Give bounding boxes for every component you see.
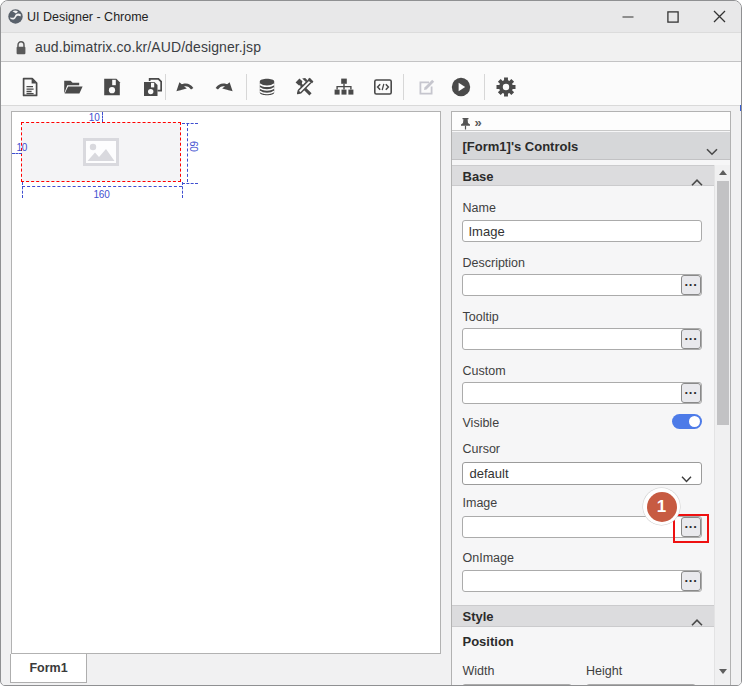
tooltip-input[interactable] <box>462 328 702 350</box>
screenshot-stage: UI Designer - Chrome aud.bimatrix.co.kr/… <box>0 0 742 687</box>
measure-line-left <box>12 153 22 154</box>
scroll-down-button[interactable] <box>715 664 730 679</box>
tooltip-label: Tooltip <box>463 310 499 324</box>
highlight-rectangle <box>673 514 709 543</box>
panel-header-title: [Form1]'s Controls <box>463 139 579 154</box>
blue-sliver <box>740 105 742 111</box>
onimage-ellipsis-button[interactable]: ··· <box>681 571 701 591</box>
open-button[interactable] <box>62 76 84 98</box>
measure-width-tick-right <box>182 182 183 198</box>
toolbar <box>1 62 741 106</box>
maximize-button[interactable] <box>650 1 696 32</box>
name-input[interactable] <box>462 220 702 242</box>
measure-left-value: 10 <box>17 142 28 153</box>
height-input[interactable] <box>586 684 696 686</box>
step-badge-number: 1 <box>647 492 677 522</box>
scroll-down-icon <box>719 669 727 674</box>
build-button[interactable] <box>293 76 315 98</box>
toolbar-separator <box>246 74 247 100</box>
selected-image-control[interactable] <box>21 122 181 182</box>
visible-label: Visible <box>463 416 500 430</box>
panel-scrollbar[interactable] <box>714 165 730 687</box>
chevron-up-icon <box>691 173 703 191</box>
toggle-knob <box>689 416 700 427</box>
run-button[interactable] <box>450 76 472 98</box>
visible-toggle[interactable] <box>672 414 702 429</box>
description-label: Description <box>463 256 526 270</box>
design-canvas[interactable]: 10 10 160 60 <box>11 111 441 654</box>
toolbar-separator <box>403 74 404 100</box>
custom-input[interactable] <box>462 382 702 404</box>
measure-line-top <box>102 112 103 122</box>
measure-height-tick-bottom <box>182 183 198 184</box>
scroll-up-button[interactable] <box>715 165 730 180</box>
step-badge: 1 <box>643 488 680 525</box>
image-placeholder-icon <box>83 138 119 166</box>
minimize-button[interactable] <box>605 1 651 32</box>
position-subheader: Position <box>463 634 514 649</box>
cursor-select-value: default <box>470 466 509 481</box>
measure-width-tick-left <box>22 182 23 198</box>
database-button[interactable] <box>256 76 278 98</box>
chevron-down-icon <box>706 142 718 160</box>
lock-icon <box>15 41 27 59</box>
close-button[interactable] <box>696 1 742 32</box>
measure-width-value: 160 <box>82 189 122 200</box>
scroll-up-icon <box>719 170 727 175</box>
url-text[interactable]: aud.bimatrix.co.kr/AUD/designer.jsp <box>35 39 261 55</box>
section-style-label: Style <box>463 609 494 624</box>
panel-toolbar: » <box>452 112 730 131</box>
collapse-panel-icon[interactable]: » <box>475 115 482 130</box>
hierarchy-button[interactable] <box>333 76 355 98</box>
onimage-label: OnImage <box>463 551 514 565</box>
width-label: Width <box>463 664 495 678</box>
tab-form1[interactable]: Form1 <box>10 654 87 683</box>
save-all-button[interactable] <box>142 76 164 98</box>
width-input[interactable] <box>462 684 572 686</box>
measure-height-line <box>187 123 188 182</box>
panel-header[interactable]: [Form1]'s Controls <box>452 132 730 160</box>
window-titlebar: UI Designer - Chrome <box>1 1 741 32</box>
tab-form1-label: Form1 <box>29 661 67 675</box>
scrollbar-thumb[interactable] <box>717 181 729 425</box>
cursor-label: Cursor <box>463 442 501 456</box>
name-label: Name <box>463 201 496 215</box>
section-header-style[interactable]: Style <box>452 605 715 627</box>
app-icon <box>8 9 23 24</box>
description-input[interactable] <box>462 274 702 296</box>
measure-height-tick-top <box>182 123 198 124</box>
measure-height-value: 60 <box>188 141 199 152</box>
measure-width-line <box>22 186 182 187</box>
custom-ellipsis-button[interactable]: ··· <box>681 383 701 403</box>
settings-button[interactable] <box>495 76 517 98</box>
toolbar-separator <box>165 74 166 100</box>
redo-button[interactable] <box>212 76 234 98</box>
height-label: Height <box>586 664 622 678</box>
save-button[interactable] <box>101 76 123 98</box>
toolbar-separator <box>484 74 485 100</box>
chevron-down-icon <box>681 471 692 486</box>
undo-button[interactable] <box>175 76 197 98</box>
content-area: 10 10 160 60 Form1 <box>2 106 742 686</box>
tooltip-ellipsis-button[interactable]: ··· <box>681 329 701 349</box>
onimage-input[interactable] <box>462 570 702 592</box>
image-label: Image <box>463 496 498 510</box>
chevron-up-icon <box>691 613 703 631</box>
custom-label: Custom <box>463 364 506 378</box>
cursor-select[interactable]: default <box>462 462 702 485</box>
measure-top-value: 10 <box>86 112 100 123</box>
code-button[interactable] <box>372 76 394 98</box>
new-file-button[interactable] <box>19 76 41 98</box>
browser-window: UI Designer - Chrome aud.bimatrix.co.kr/… <box>0 0 742 686</box>
edit-button[interactable] <box>416 76 438 98</box>
window-title: UI Designer - Chrome <box>27 10 149 24</box>
section-header-base[interactable]: Base <box>452 165 715 186</box>
properties-panel: » [Form1]'s Controls Base Name <box>451 111 731 686</box>
section-base-label: Base <box>463 169 494 184</box>
address-bar[interactable]: aud.bimatrix.co.kr/AUD/designer.jsp <box>1 32 741 62</box>
description-ellipsis-button[interactable]: ··· <box>681 275 701 295</box>
